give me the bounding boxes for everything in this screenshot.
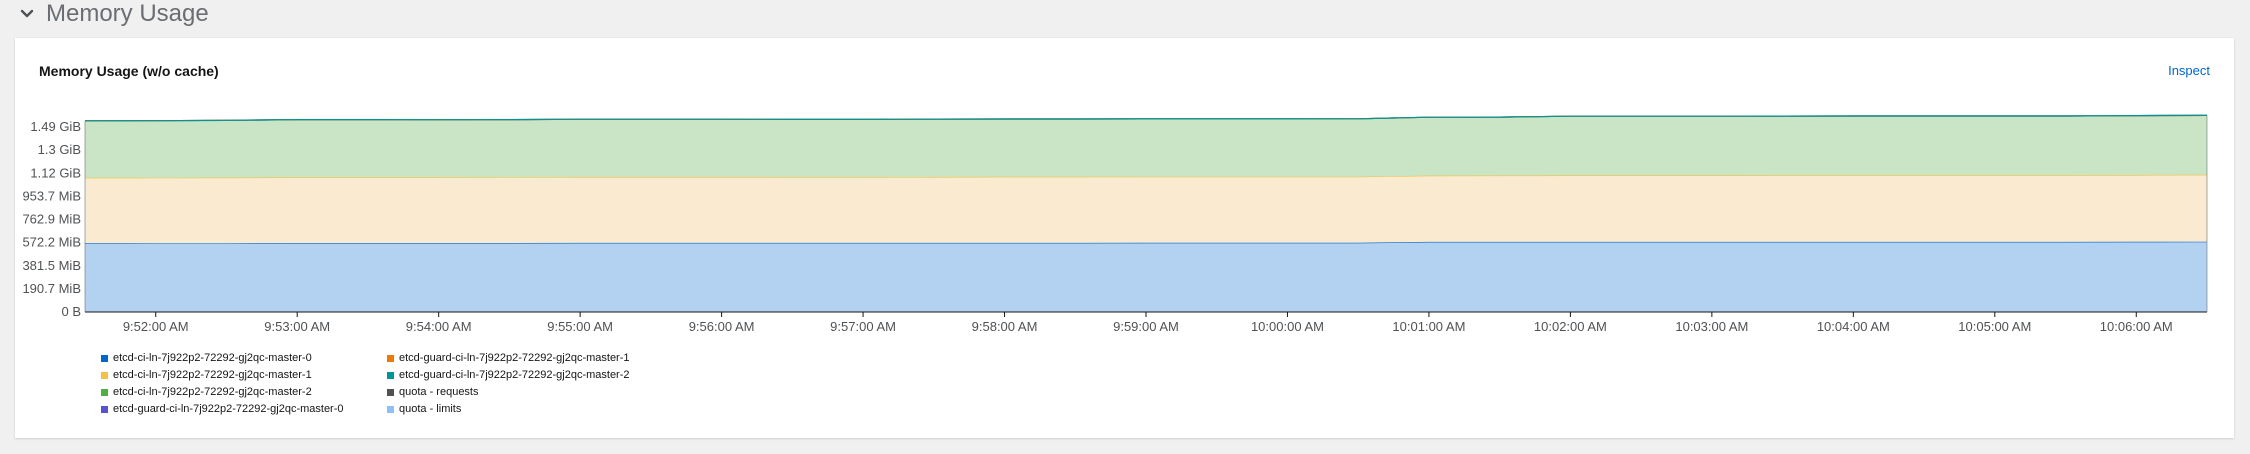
x-tick-label: 9:55:00 AM bbox=[547, 319, 613, 334]
legend-label: etcd-guard-ci-ln-7j922p2-72292-gj2qc-mas… bbox=[399, 369, 630, 381]
legend-item[interactable]: etcd-ci-ln-7j922p2-72292-gj2qc-master-1 bbox=[101, 369, 312, 381]
legend-item[interactable]: quota - requests bbox=[387, 386, 479, 398]
legend-swatch bbox=[101, 371, 108, 379]
y-tick-label: 953.7 MiB bbox=[22, 188, 81, 203]
legend-label: etcd-guard-ci-ln-7j922p2-72292-gj2qc-mas… bbox=[113, 403, 344, 415]
legend-swatch bbox=[101, 388, 108, 396]
legend-swatch bbox=[387, 388, 394, 396]
legend-swatch bbox=[387, 405, 394, 413]
x-tick-label: 10:04:00 AM bbox=[1817, 319, 1890, 334]
chart-legend: etcd-ci-ln-7j922p2-72292-gj2qc-master-0 e… bbox=[101, 352, 1001, 432]
legend-label: etcd-ci-ln-7j922p2-72292-gj2qc-master-0 bbox=[113, 352, 312, 364]
y-tick-label: 1.12 GiB bbox=[30, 165, 81, 180]
x-tick-label: 9:59:00 AM bbox=[1113, 319, 1179, 334]
y-tick-label: 0 B bbox=[61, 304, 81, 319]
legend-item[interactable]: etcd-guard-ci-ln-7j922p2-72292-gj2qc-mas… bbox=[387, 369, 630, 381]
inspect-link[interactable]: Inspect bbox=[2168, 63, 2210, 78]
x-tick-label: 9:52:00 AM bbox=[123, 319, 189, 334]
chart-card: 0 B 190.7 MiB 381.5 MiB 572.2 MiB 762.9 MiB 9… bbox=[15, 38, 2234, 438]
legend-label: quota - requests bbox=[399, 386, 479, 398]
legend-swatch bbox=[101, 405, 108, 413]
legend-label: etcd-guard-ci-ln-7j922p2-72292-gj2qc-mas… bbox=[399, 352, 630, 364]
area-layer bbox=[84, 114, 2208, 312]
x-tick-label: 9:57:00 AM bbox=[830, 319, 896, 334]
x-tick-label: 9:53:00 AM bbox=[264, 319, 330, 334]
y-tick-label: 1.3 GiB bbox=[38, 142, 81, 157]
x-tick-label: 9:54:00 AM bbox=[406, 319, 472, 334]
y-tick-label: 572.2 MiB bbox=[22, 235, 81, 250]
series-area-1 bbox=[85, 174, 2207, 244]
section-header: Memory Usage bbox=[18, 0, 209, 28]
chevron-down-icon[interactable] bbox=[18, 5, 36, 23]
x-tick-label: 10:05:00 AM bbox=[1958, 319, 2031, 334]
legend-item[interactable]: etcd-guard-ci-ln-7j922p2-72292-gj2qc-mas… bbox=[387, 352, 630, 364]
legend-swatch bbox=[387, 354, 394, 362]
y-tick-label: 762.9 MiB bbox=[22, 212, 81, 227]
x-tick-label: 10:01:00 AM bbox=[1392, 319, 1465, 334]
legend-item[interactable]: etcd-ci-ln-7j922p2-72292-gj2qc-master-0 bbox=[101, 352, 312, 364]
x-tick-label: 9:56:00 AM bbox=[689, 319, 755, 334]
x-tick-label: 10:00:00 AM bbox=[1251, 319, 1324, 334]
y-tick-label: 381.5 MiB bbox=[22, 258, 81, 273]
y-tick-label: 190.7 MiB bbox=[22, 281, 81, 296]
series-area-2 bbox=[85, 115, 2207, 178]
legend-item[interactable]: etcd-guard-ci-ln-7j922p2-72292-gj2qc-mas… bbox=[101, 403, 344, 415]
section-title: Memory Usage bbox=[46, 0, 209, 27]
legend-label: quota - limits bbox=[399, 403, 462, 415]
x-tick-label: 10:02:00 AM bbox=[1534, 319, 1607, 334]
legend-swatch bbox=[387, 371, 394, 379]
legend-item[interactable]: etcd-ci-ln-7j922p2-72292-gj2qc-master-2 bbox=[101, 386, 312, 398]
legend-swatch bbox=[101, 354, 108, 362]
legend-item[interactable]: quota - limits bbox=[387, 403, 461, 415]
x-tick-label: 10:06:00 AM bbox=[2100, 319, 2173, 334]
x-tick-label: 9:58:00 AM bbox=[972, 319, 1038, 334]
chart-title: Memory Usage (w/o cache) bbox=[39, 63, 219, 79]
y-tick-label: 1.49 GiB bbox=[30, 119, 81, 134]
x-tick-label: 10:03:00 AM bbox=[1675, 319, 1748, 334]
legend-label: etcd-ci-ln-7j922p2-72292-gj2qc-master-1 bbox=[113, 369, 312, 381]
legend-label: etcd-ci-ln-7j922p2-72292-gj2qc-master-2 bbox=[113, 386, 312, 398]
series-area-0 bbox=[85, 241, 2207, 312]
